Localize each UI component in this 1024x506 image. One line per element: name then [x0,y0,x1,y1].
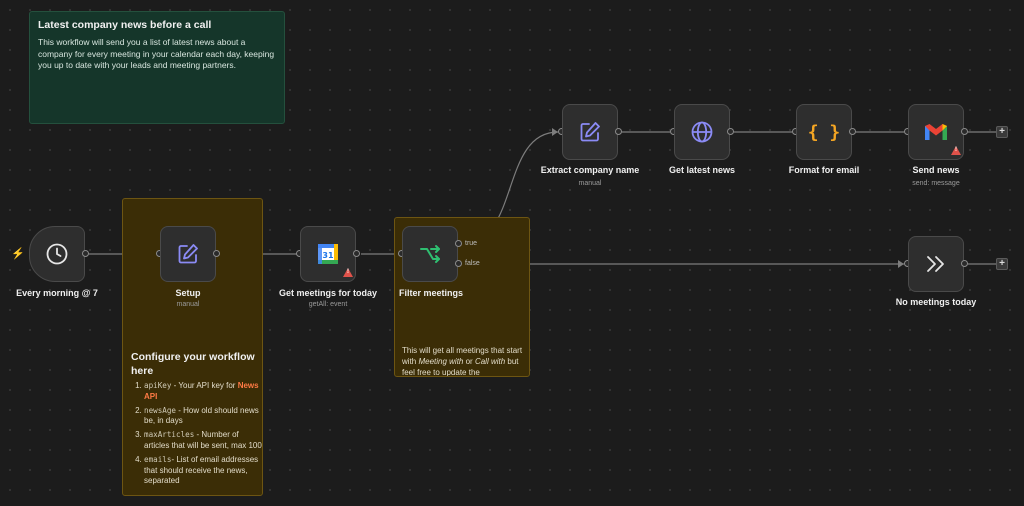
warning-icon[interactable] [951,146,961,155]
config-item-emails: emails- List of email addresses that sho… [144,454,262,487]
config-item-maxarticles: maxArticles - Number of articles that wi… [144,430,262,452]
svg-text:31: 31 [322,251,334,260]
node-label: No meetings today [895,297,977,307]
config-code: emails [144,454,172,464]
node-no-meetings-today[interactable] [908,236,964,292]
workflow-canvas[interactable]: Latest company news before a call This w… [0,0,1024,506]
if-branch-icon [420,245,440,263]
trigger-bolt-icon: ⚡ [11,248,25,260]
filter-note-text: or [463,357,475,367]
node-label: Setup [175,288,201,298]
gmail-icon [925,124,947,140]
node-label: Send news [912,165,960,175]
node-label: Filter meetings [398,288,463,298]
node-label: Get latest news [668,165,736,175]
double-chevron-right-icon [927,256,944,272]
braces-icon: { } [807,121,841,143]
config-list: apiKey - Your API key for News API newsA… [131,381,262,490]
output-handle[interactable] [82,250,89,257]
add-node-button[interactable]: + [996,258,1008,270]
output-handle[interactable] [727,128,734,135]
filter-note-body: This will get all meetings that start wi… [402,345,526,376]
branch-label-true: true [465,240,478,247]
config-code: maxArticles [144,430,195,440]
globe-icon [691,121,713,143]
output-handle[interactable] [213,250,220,257]
add-node-button[interactable]: + [996,126,1008,138]
filter-note-emphasis: Call with [474,357,506,367]
output-handle[interactable] [353,250,360,257]
node-extract-company-name[interactable] [562,104,618,160]
config-title: Configure your workflow here [131,351,255,377]
filter-note-emphasis: Meeting with [418,357,464,367]
node-sublabel: manual [176,301,200,308]
sticky-note-intro[interactable]: Latest company news before a call This w… [29,11,285,124]
edit-icon [580,122,600,142]
node-every-morning[interactable] [29,226,85,282]
node-label: Every morning @ 7 [16,288,98,298]
edit-icon [178,244,198,264]
google-calendar-icon: 31 [318,244,338,264]
output-handle[interactable] [615,128,622,135]
node-filter-meetings[interactable] [402,226,458,282]
branch-label-false: false [465,260,480,267]
node-format-for-email[interactable]: { } [796,104,852,160]
node-sublabel: getAll: event [308,301,348,308]
output-handle[interactable] [961,128,968,135]
warning-icon[interactable] [343,268,353,277]
output-handle-false[interactable] [455,260,462,267]
output-handle[interactable] [961,260,968,267]
config-code: apiKey [144,381,172,390]
output-handle[interactable] [849,128,856,135]
node-sublabel: send: message [912,180,960,187]
intro-body: This workflow will send you a list of la… [38,37,275,71]
output-handle-true[interactable] [455,240,462,247]
intro-title: Latest company news before a call [38,19,212,31]
node-setup[interactable] [160,226,216,282]
config-item-newsage: newsAge - How old should news be, in day… [144,405,262,428]
node-sublabel: manual [578,180,602,187]
node-get-latest-news[interactable] [674,104,730,160]
clock-icon [46,243,68,265]
config-item-apikey: apiKey - Your API key for News API [144,381,262,403]
config-text: - Your API key for [171,381,238,390]
config-code: newsAge [144,405,177,415]
